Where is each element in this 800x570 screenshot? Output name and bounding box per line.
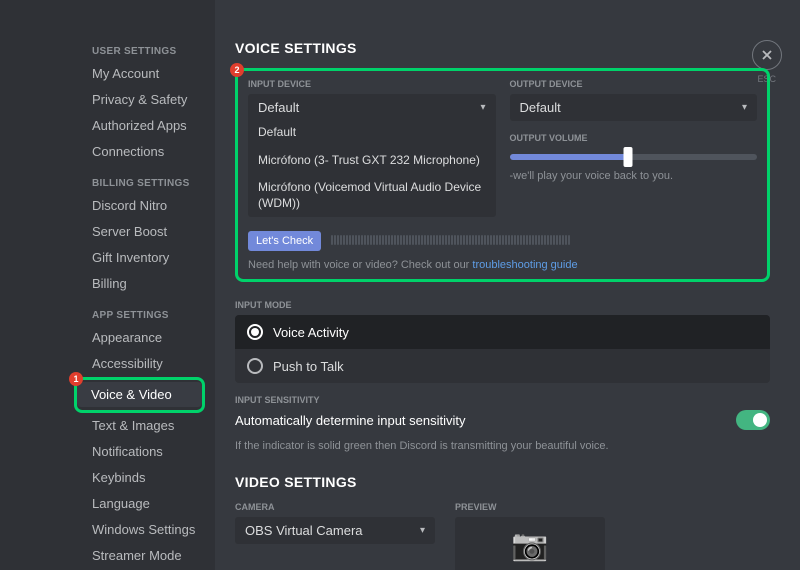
radio-label: Voice Activity xyxy=(273,325,349,340)
output-volume-label: OUTPUT VOLUME xyxy=(510,133,758,143)
sidebar-item-windows[interactable]: Windows Settings xyxy=(78,517,205,542)
section-header-app: APP SETTINGS xyxy=(78,304,205,325)
radio-label: Push to Talk xyxy=(273,359,344,374)
section-header-user: USER SETTINGS xyxy=(78,40,205,61)
auto-sensitivity-toggle[interactable] xyxy=(736,410,770,430)
close-icon xyxy=(760,48,774,62)
chevron-down-icon: ▾ xyxy=(742,102,747,113)
output-device-label: OUTPUT DEVICE xyxy=(510,79,758,89)
sidebar-item-keybinds[interactable]: Keybinds xyxy=(78,465,205,490)
input-option-trust[interactable]: Micrófono (3- Trust GXT 232 Microphone) xyxy=(248,147,496,175)
sidebar-item-billing[interactable]: Billing xyxy=(78,271,205,296)
input-option-default[interactable]: Default xyxy=(248,119,496,147)
input-device-select[interactable]: Default ▾ xyxy=(248,94,496,121)
radio-icon xyxy=(247,324,263,340)
auto-sensitivity-label: Automatically determine input sensitivit… xyxy=(235,413,466,428)
video-settings-title: VIDEO SETTINGS xyxy=(235,474,770,490)
input-device-dropdown: Default Micrófono (3- Trust GXT 232 Micr… xyxy=(248,119,496,217)
sidebar-item-accessibility[interactable]: Accessibility xyxy=(78,351,205,376)
sidebar-item-text-images[interactable]: Text & Images xyxy=(78,413,205,438)
sensitivity-hint: If the indicator is solid green then Dis… xyxy=(235,440,770,452)
sidebar-item-connections[interactable]: Connections xyxy=(78,139,205,164)
lets-check-button[interactable]: Let's Check xyxy=(248,231,321,251)
input-mode-voice-activity[interactable]: Voice Activity xyxy=(235,315,770,349)
sidebar-item-appearance[interactable]: Appearance xyxy=(78,325,205,350)
camera-icon: 📷 xyxy=(511,528,548,563)
camera-select[interactable]: OBS Virtual Camera ▾ xyxy=(235,517,435,544)
mic-test-hint: -we'll play your voice back to you. xyxy=(510,170,758,182)
output-volume-slider[interactable] xyxy=(510,148,758,166)
video-preview: 📷 Test Video xyxy=(455,517,605,570)
sidebar-item-boost[interactable]: Server Boost xyxy=(78,219,205,244)
sidebar-item-gift[interactable]: Gift Inventory xyxy=(78,245,205,270)
camera-value: OBS Virtual Camera xyxy=(245,523,363,538)
input-mode-label: INPUT MODE xyxy=(235,300,770,310)
input-sensitivity-label: INPUT SENSITIVITY xyxy=(235,395,770,405)
chevron-down-icon: ▾ xyxy=(480,102,485,113)
sidebar-item-notifications[interactable]: Notifications xyxy=(78,439,205,464)
input-device-label: INPUT DEVICE xyxy=(248,79,496,89)
annotation-marker-1: 1 xyxy=(69,372,83,386)
section-header-billing: BILLING SETTINGS xyxy=(78,172,205,193)
voice-settings-title: VOICE SETTINGS xyxy=(235,40,770,56)
chevron-down-icon: ▾ xyxy=(420,525,425,536)
input-mode-group: Voice Activity Push to Talk xyxy=(235,315,770,383)
sidebar-item-nitro[interactable]: Discord Nitro xyxy=(78,193,205,218)
sidebar-item-privacy[interactable]: Privacy & Safety xyxy=(78,87,205,112)
camera-label: CAMERA xyxy=(235,502,435,512)
input-device-value: Default xyxy=(258,100,299,115)
output-device-select[interactable]: Default ▾ xyxy=(510,94,758,121)
radio-icon xyxy=(247,358,263,374)
sidebar-item-voice-video[interactable]: Voice & Video xyxy=(77,382,202,407)
troubleshooting-link[interactable]: troubleshooting guide xyxy=(472,259,577,271)
sidebar-item-my-account[interactable]: My Account xyxy=(78,61,205,86)
annotation-highlight-1: 1 Voice & Video xyxy=(74,377,205,413)
output-device-value: Default xyxy=(520,100,561,115)
annotation-marker-2: 2 xyxy=(230,63,244,77)
annotation-highlight-2: 2 INPUT DEVICE Default ▾ Default Micrófo… xyxy=(235,68,770,282)
voice-meter xyxy=(331,233,571,248)
close-button[interactable] xyxy=(752,40,782,70)
help-text: Need help with voice or video? Check out… xyxy=(248,259,757,271)
sidebar-item-streamer[interactable]: Streamer Mode xyxy=(78,543,205,568)
input-mode-push-to-talk[interactable]: Push to Talk xyxy=(235,349,770,383)
preview-label: PREVIEW xyxy=(455,502,605,512)
sidebar-item-language[interactable]: Language xyxy=(78,491,205,516)
sidebar-item-authorized[interactable]: Authorized Apps xyxy=(78,113,205,138)
input-option-voicemod[interactable]: Micrófono (Voicemod Virtual Audio Device… xyxy=(248,174,496,217)
